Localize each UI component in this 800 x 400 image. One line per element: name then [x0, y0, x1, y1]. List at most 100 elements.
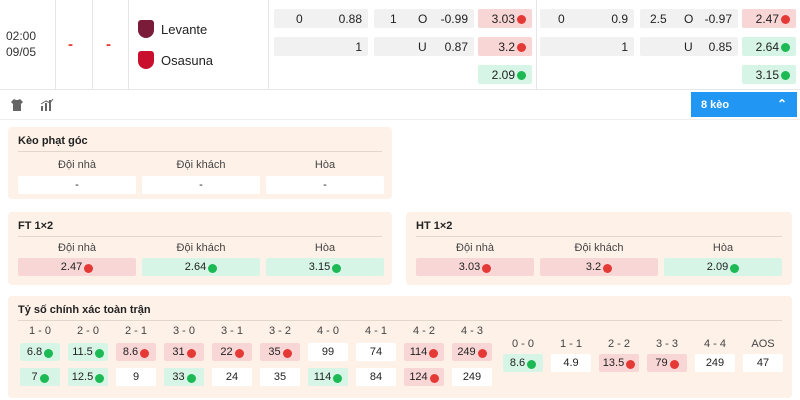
match-row: 02:00 09/05 - - Levante Osasuna 0 0.88 1… — [0, 0, 800, 90]
match-time: 02:00 09/05 — [6, 29, 37, 59]
down-arrow-icon — [429, 373, 439, 383]
correct-score-odd[interactable]: 114 — [308, 368, 348, 386]
up-arrow-icon — [95, 373, 105, 383]
down-arrow-icon — [781, 15, 790, 24]
correct-score-odd[interactable]: 99 — [308, 343, 348, 361]
up-arrow-icon — [332, 263, 342, 273]
correct-score-odd[interactable]: 114 — [404, 343, 444, 361]
home-team[interactable]: Levante — [138, 20, 207, 38]
correct-score-odd[interactable]: 249 — [452, 368, 492, 386]
down-arrow-icon — [517, 43, 526, 52]
ft-1x2-away[interactable]: 3.2 — [478, 37, 532, 56]
ht-handicap-away[interactable]: 1 — [540, 37, 634, 56]
correct-score-odd[interactable]: 6.8 — [20, 343, 60, 361]
correct-score-odd[interactable]: 22 — [212, 343, 252, 361]
shirt-icon[interactable] — [10, 98, 24, 112]
score-label: 1 - 0 — [28, 325, 51, 337]
score-label: 2 - 1 — [124, 325, 147, 337]
correct-score-odd[interactable]: 47 — [743, 354, 783, 372]
correct-score-odd[interactable]: 9 — [116, 368, 156, 386]
ht-1x2-away[interactable]: 2.64 — [742, 37, 796, 56]
away-team[interactable]: Osasuna — [138, 51, 213, 69]
score-label: 0 - 0 — [511, 338, 534, 350]
divider — [268, 0, 269, 90]
up-arrow-icon — [333, 373, 343, 383]
up-arrow-icon — [186, 373, 196, 383]
correct-score-odd[interactable]: 79 — [647, 354, 687, 372]
ft-under[interactable]: U 0.87 — [374, 37, 474, 56]
ft-1x2-home[interactable]: 3.03 — [478, 9, 532, 28]
score-label: 3 - 1 — [220, 325, 243, 337]
score-home: - — [68, 36, 73, 53]
down-arrow-icon — [282, 348, 292, 358]
score-label: 3 - 2 — [268, 325, 291, 337]
correct-score-box: Tỷ số chính xác toàn trận 1 - 0 6.8 7 2 - 0… — [8, 296, 792, 398]
score-label: 3 - 3 — [655, 338, 678, 350]
divider — [536, 0, 537, 90]
up-arrow-icon — [39, 373, 49, 383]
up-arrow-icon — [781, 43, 790, 52]
divider — [92, 0, 93, 90]
down-arrow-icon — [477, 348, 487, 358]
ft-draw-odd[interactable]: 3.15 — [266, 258, 384, 276]
correct-score-odd[interactable]: 13.5 — [599, 354, 639, 372]
osasuna-crest-icon — [138, 51, 154, 69]
correct-score-odd[interactable]: 12.5 — [68, 368, 108, 386]
score-label: 3 - 0 — [172, 325, 195, 337]
ht-home-odd[interactable]: 3.03 — [416, 258, 534, 276]
bet-count-toggle-button[interactable]: 8 kèo ⌃ — [691, 92, 797, 117]
down-arrow-icon — [603, 263, 613, 273]
toolbar — [0, 90, 800, 120]
down-arrow-icon — [140, 348, 150, 358]
ht-draw-odd[interactable]: 2.09 — [664, 258, 782, 276]
ht-handicap-home[interactable]: 0 0.9 — [540, 9, 634, 28]
correct-score-odd[interactable]: 74 — [356, 343, 396, 361]
corner-away-odd[interactable]: - — [142, 176, 260, 194]
correct-score-odd[interactable]: 31 — [164, 343, 204, 361]
correct-score-odd[interactable]: 35 — [260, 368, 300, 386]
down-arrow-icon — [429, 348, 439, 358]
correct-score-odd[interactable]: 124 — [404, 368, 444, 386]
up-arrow-icon — [208, 263, 218, 273]
correct-score-odd[interactable]: 84 — [356, 368, 396, 386]
down-arrow-icon — [234, 348, 244, 358]
correct-score-odd[interactable]: 249 — [695, 354, 735, 372]
correct-score-odd[interactable]: 249 — [452, 343, 492, 361]
correct-score-odd[interactable]: 11.5 — [68, 343, 108, 361]
score-label: 2 - 2 — [607, 338, 630, 350]
ft-handicap-home[interactable]: 0 0.88 — [274, 9, 368, 28]
corner-draw-odd[interactable]: - — [266, 176, 384, 194]
ht-1x2-home[interactable]: 2.47 — [742, 9, 796, 28]
divider — [128, 0, 129, 90]
ft-handicap-away[interactable]: 1 — [274, 37, 368, 56]
ht-away-odd[interactable]: 3.2 — [540, 258, 658, 276]
score-label: AOS — [751, 338, 775, 350]
ft-over[interactable]: 1 O -0.99 — [374, 9, 474, 28]
score-label: 4 - 3 — [460, 325, 483, 337]
correct-score-odd[interactable]: 7 — [20, 368, 60, 386]
score-away: - — [106, 36, 111, 53]
ft-home-odd[interactable]: 2.47 — [18, 258, 136, 276]
ht-under[interactable]: U 0.85 — [640, 37, 738, 56]
down-arrow-icon — [669, 359, 679, 369]
score-label: 4 - 1 — [364, 325, 387, 337]
divider — [55, 0, 56, 90]
correct-score-odd[interactable]: 8.6 — [116, 343, 156, 361]
down-arrow-icon — [186, 348, 196, 358]
correct-score-odd[interactable]: 8.6 — [503, 354, 543, 372]
score-label: 4 - 0 — [316, 325, 339, 337]
down-arrow-icon — [84, 263, 94, 273]
correct-score-odd[interactable]: 4.9 — [551, 354, 591, 372]
ft-away-odd[interactable]: 2.64 — [142, 258, 260, 276]
corner-box: Kèo phạt góc Đội nhà Đội khách Hòa - - - — [8, 127, 392, 199]
ht-1x2-draw[interactable]: 3.15 — [742, 65, 796, 84]
ft-1x2-draw[interactable]: 2.09 — [478, 65, 532, 84]
corner-home-odd[interactable]: - — [18, 176, 136, 194]
up-arrow-icon — [730, 263, 740, 273]
up-arrow-icon — [94, 348, 104, 358]
correct-score-odd[interactable]: 24 — [212, 368, 252, 386]
ht-over[interactable]: 2.5 O -0.97 — [640, 9, 738, 28]
correct-score-odd[interactable]: 35 — [260, 343, 300, 361]
correct-score-odd[interactable]: 33 — [164, 368, 204, 386]
stats-icon[interactable] — [40, 98, 54, 112]
